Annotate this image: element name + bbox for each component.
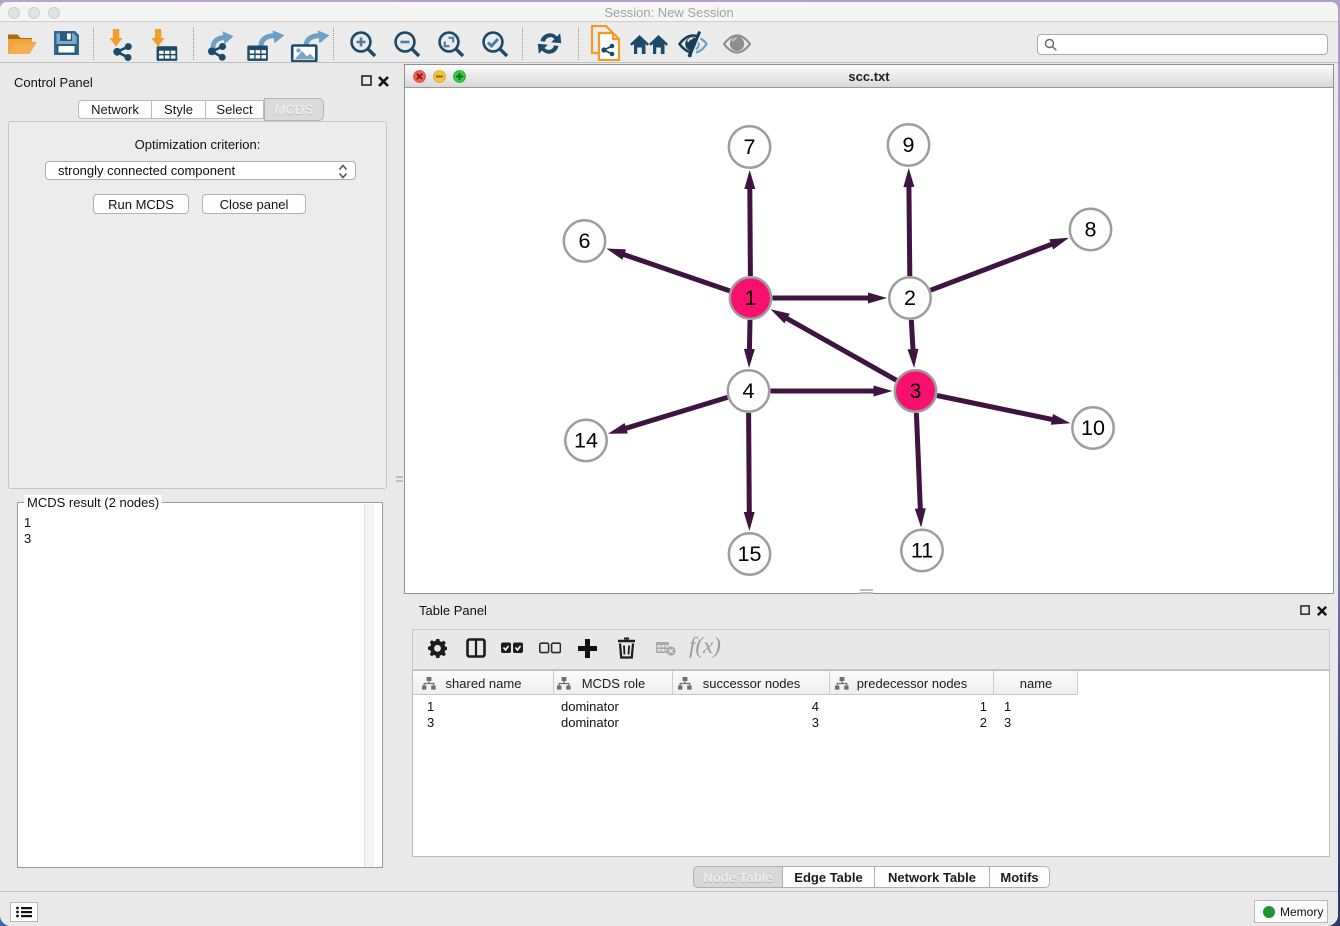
svg-text:10: 10 <box>1081 416 1105 440</box>
svg-text:3: 3 <box>910 379 922 403</box>
svg-text:6: 6 <box>579 229 591 253</box>
svg-text:15: 15 <box>738 542 762 566</box>
svg-text:7: 7 <box>744 135 756 159</box>
svg-text:8: 8 <box>1085 217 1097 241</box>
svg-text:4: 4 <box>743 379 755 403</box>
svg-text:1: 1 <box>745 286 757 310</box>
svg-text:2: 2 <box>904 286 916 310</box>
svg-text:11: 11 <box>911 538 933 562</box>
svg-text:14: 14 <box>574 428 598 452</box>
svg-text:9: 9 <box>903 133 915 157</box>
